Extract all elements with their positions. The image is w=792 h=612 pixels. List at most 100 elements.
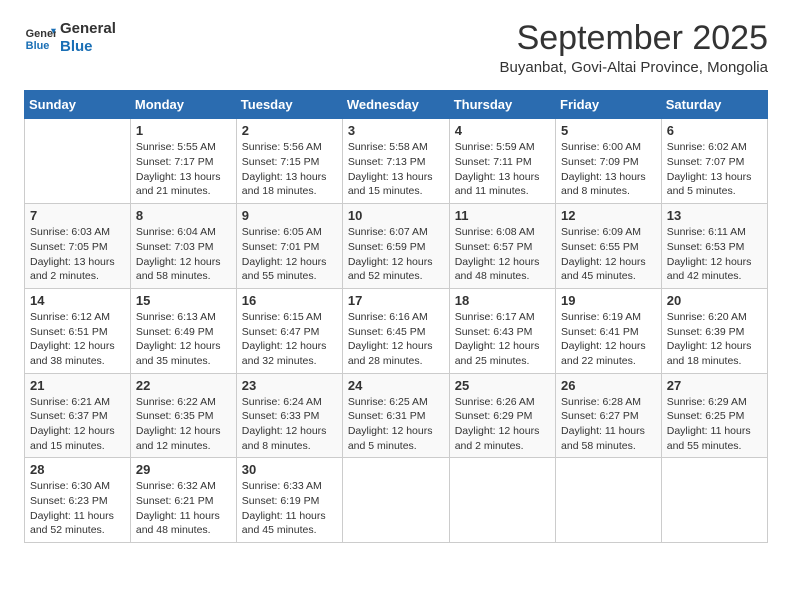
day-number: 29 [136,462,231,477]
day-info: Sunrise: 6:19 AM Sunset: 6:41 PM Dayligh… [561,310,656,369]
day-number: 30 [242,462,337,477]
day-info: Sunrise: 5:56 AM Sunset: 7:15 PM Dayligh… [242,140,337,199]
day-number: 24 [348,378,444,393]
day-number: 12 [561,208,656,223]
day-info: Sunrise: 6:26 AM Sunset: 6:29 PM Dayligh… [455,395,550,454]
calendar-cell: 1Sunrise: 5:55 AM Sunset: 7:17 PM Daylig… [130,119,236,204]
day-info: Sunrise: 6:07 AM Sunset: 6:59 PM Dayligh… [348,225,444,284]
header: General Blue General Blue September 2025… [24,20,768,76]
day-number: 14 [30,293,125,308]
calendar-cell: 26 Sunrise: 6:28 AM Sunset: 6:27 PM Dayli… [556,373,662,458]
calendar-cell: 8Sunrise: 6:04 AM Sunset: 7:03 PM Daylig… [130,204,236,289]
day-info: Sunrise: 6:13 AM Sunset: 6:49 PM Dayligh… [136,310,231,369]
calendar-cell: 18 Sunrise: 6:17 AM Sunset: 6:43 PM Dayli… [449,288,555,373]
calendar-cell: 20 Sunrise: 6:20 AM Sunset: 6:39 PM Dayli… [661,288,767,373]
day-number: 3 [348,123,444,138]
logo-icon: General Blue [24,22,56,54]
calendar-cell [25,119,131,204]
day-info: Sunrise: 6:03 AM Sunset: 7:05 PM Dayligh… [30,225,125,284]
day-info: Sunrise: 6:29 AM Sunset: 6:25 PM Dayligh… [667,395,762,454]
weekday-header-sunday: Sunday [25,91,131,119]
day-info: Sunrise: 5:59 AM Sunset: 7:11 PM Dayligh… [455,140,550,199]
subtitle: Buyanbat, Govi-Altai Province, Mongolia [500,59,768,76]
day-info: Sunrise: 6:30 AM Sunset: 6:23 PM Dayligh… [30,479,125,538]
day-info: Sunrise: 6:05 AM Sunset: 7:01 PM Dayligh… [242,225,337,284]
week-row-4: 21Sunrise: 6:21 AM Sunset: 6:37 PM Dayli… [25,373,768,458]
calendar-cell: 19 Sunrise: 6:19 AM Sunset: 6:41 PM Dayli… [556,288,662,373]
calendar-cell: 11 Sunrise: 6:08 AM Sunset: 6:57 PM Dayli… [449,204,555,289]
calendar-cell: 2 Sunrise: 5:56 AM Sunset: 7:15 PM Daylig… [236,119,342,204]
day-info: Sunrise: 6:00 AM Sunset: 7:09 PM Dayligh… [561,140,656,199]
weekday-header-friday: Friday [556,91,662,119]
calendar-body: 1Sunrise: 5:55 AM Sunset: 7:17 PM Daylig… [25,119,768,543]
day-info: Sunrise: 6:08 AM Sunset: 6:57 PM Dayligh… [455,225,550,284]
calendar-cell: 4 Sunrise: 5:59 AM Sunset: 7:11 PM Daylig… [449,119,555,204]
day-info: Sunrise: 6:22 AM Sunset: 6:35 PM Dayligh… [136,395,231,454]
calendar-cell: 13 Sunrise: 6:11 AM Sunset: 6:53 PM Dayli… [661,204,767,289]
week-row-3: 14 Sunrise: 6:12 AM Sunset: 6:51 PM Dayli… [25,288,768,373]
day-number: 16 [242,293,337,308]
day-number: 6 [667,123,762,138]
day-number: 4 [455,123,550,138]
weekday-header-thursday: Thursday [449,91,555,119]
day-number: 23 [242,378,337,393]
calendar-cell: 9 Sunrise: 6:05 AM Sunset: 7:01 PM Daylig… [236,204,342,289]
day-info: Sunrise: 6:25 AM Sunset: 6:31 PM Dayligh… [348,395,444,454]
day-info: Sunrise: 6:09 AM Sunset: 6:55 PM Dayligh… [561,225,656,284]
calendar-cell [449,458,555,543]
calendar-cell: 14 Sunrise: 6:12 AM Sunset: 6:51 PM Dayli… [25,288,131,373]
calendar-cell: 22 Sunrise: 6:22 AM Sunset: 6:35 PM Dayli… [130,373,236,458]
calendar-cell: 21Sunrise: 6:21 AM Sunset: 6:37 PM Dayli… [25,373,131,458]
calendar-cell: 15Sunrise: 6:13 AM Sunset: 6:49 PM Dayli… [130,288,236,373]
day-number: 9 [242,208,337,223]
day-info: Sunrise: 6:32 AM Sunset: 6:21 PM Dayligh… [136,479,231,538]
weekday-header-saturday: Saturday [661,91,767,119]
calendar-cell: 17 Sunrise: 6:16 AM Sunset: 6:45 PM Dayli… [342,288,449,373]
day-number: 13 [667,208,762,223]
day-number: 2 [242,123,337,138]
day-info: Sunrise: 6:28 AM Sunset: 6:27 PM Dayligh… [561,395,656,454]
day-info: Sunrise: 5:58 AM Sunset: 7:13 PM Dayligh… [348,140,444,199]
day-info: Sunrise: 6:17 AM Sunset: 6:43 PM Dayligh… [455,310,550,369]
day-number: 27 [667,378,762,393]
day-info: Sunrise: 6:21 AM Sunset: 6:37 PM Dayligh… [30,395,125,454]
logo-text-general: General [60,20,116,38]
day-number: 18 [455,293,550,308]
day-info: Sunrise: 6:20 AM Sunset: 6:39 PM Dayligh… [667,310,762,369]
day-info: Sunrise: 6:24 AM Sunset: 6:33 PM Dayligh… [242,395,337,454]
day-info: Sunrise: 6:02 AM Sunset: 7:07 PM Dayligh… [667,140,762,199]
day-info: Sunrise: 6:11 AM Sunset: 6:53 PM Dayligh… [667,225,762,284]
day-number: 22 [136,378,231,393]
week-row-5: 28Sunrise: 6:30 AM Sunset: 6:23 PM Dayli… [25,458,768,543]
calendar-cell: 7 Sunrise: 6:03 AM Sunset: 7:05 PM Daylig… [25,204,131,289]
day-number: 10 [348,208,444,223]
weekday-header-tuesday: Tuesday [236,91,342,119]
logo-text-blue: Blue [60,38,116,56]
weekday-header-row: SundayMondayTuesdayWednesdayThursdayFrid… [25,91,768,119]
day-info: Sunrise: 6:16 AM Sunset: 6:45 PM Dayligh… [348,310,444,369]
calendar-cell: 30 Sunrise: 6:33 AM Sunset: 6:19 PM Dayli… [236,458,342,543]
calendar-cell: 29 Sunrise: 6:32 AM Sunset: 6:21 PM Dayli… [130,458,236,543]
day-number: 1 [136,123,231,138]
calendar-cell: 10 Sunrise: 6:07 AM Sunset: 6:59 PM Dayli… [342,204,449,289]
day-number: 26 [561,378,656,393]
day-number: 11 [455,208,550,223]
logo: General Blue General Blue [24,20,116,56]
day-info: Sunrise: 6:15 AM Sunset: 6:47 PM Dayligh… [242,310,337,369]
day-number: 5 [561,123,656,138]
week-row-1: 1Sunrise: 5:55 AM Sunset: 7:17 PM Daylig… [25,119,768,204]
day-number: 20 [667,293,762,308]
svg-text:Blue: Blue [26,40,50,52]
calendar-cell [556,458,662,543]
day-number: 7 [30,208,125,223]
calendar-cell: 3 Sunrise: 5:58 AM Sunset: 7:13 PM Daylig… [342,119,449,204]
main-title: September 2025 [500,20,768,57]
weekday-header-wednesday: Wednesday [342,91,449,119]
day-info: Sunrise: 6:12 AM Sunset: 6:51 PM Dayligh… [30,310,125,369]
day-number: 17 [348,293,444,308]
calendar-cell: 12 Sunrise: 6:09 AM Sunset: 6:55 PM Dayli… [556,204,662,289]
day-number: 19 [561,293,656,308]
calendar-cell: 5 Sunrise: 6:00 AM Sunset: 7:09 PM Daylig… [556,119,662,204]
day-info: Sunrise: 6:33 AM Sunset: 6:19 PM Dayligh… [242,479,337,538]
calendar-cell: 27 Sunrise: 6:29 AM Sunset: 6:25 PM Dayli… [661,373,767,458]
